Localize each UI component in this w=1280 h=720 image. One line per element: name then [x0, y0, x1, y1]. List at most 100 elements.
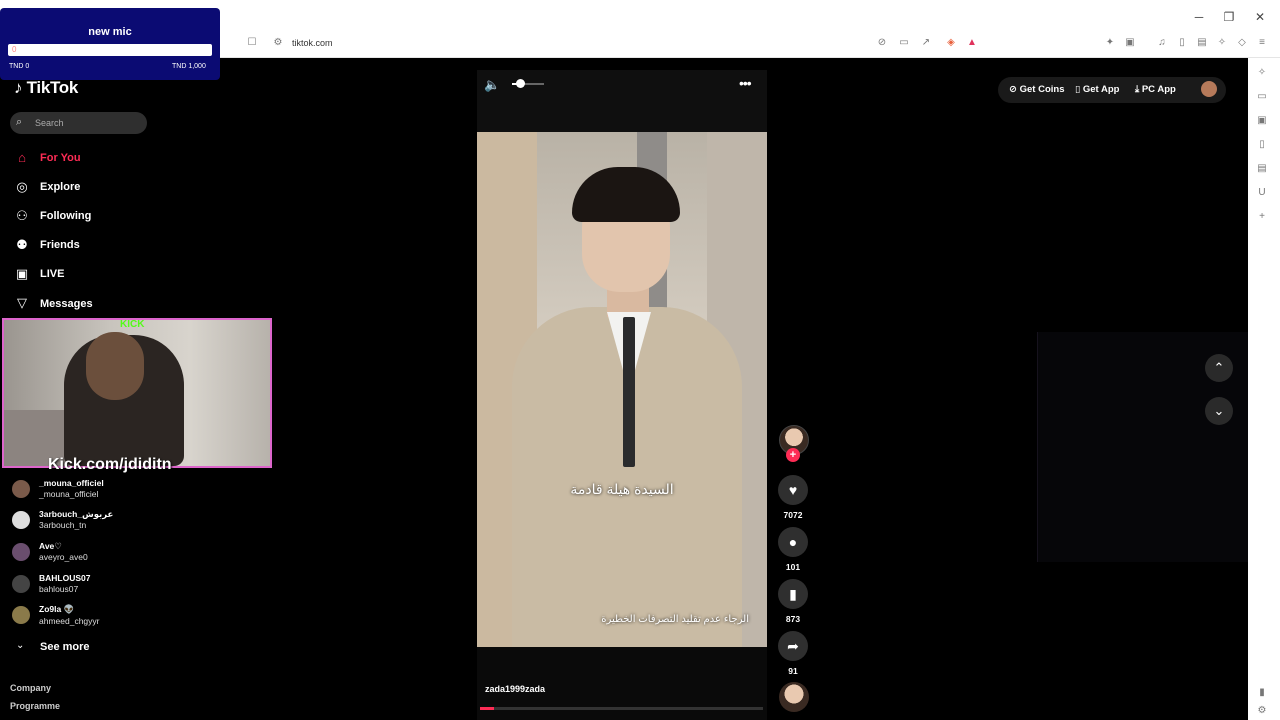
avatar[interactable] [12, 543, 30, 561]
following-icon[interactable]: ⚇ [14, 208, 30, 224]
mic-max-label: TND 1,000 [172, 63, 206, 70]
more-options-icon[interactable]: ••• [739, 75, 752, 91]
comment-icon: ● [788, 534, 798, 550]
friends-icon[interactable]: ⚉ [14, 237, 30, 253]
mic-min-label: TND 0 [9, 63, 30, 70]
account-name[interactable]: Zo9la 👽 [39, 604, 74, 615]
settings-icon[interactable]: ⚙ [1255, 704, 1269, 718]
see-more-button[interactable]: See more [40, 641, 90, 653]
share-count: 91 [788, 666, 798, 676]
avatar[interactable] [12, 575, 30, 593]
brave-shield-icon[interactable]: ◈ [945, 37, 957, 49]
get-app-button[interactable]: ▯ Get App [1075, 84, 1119, 95]
video-progress-bar[interactable] [480, 707, 763, 710]
u-icon[interactable]: U [1255, 186, 1269, 200]
messages-icon[interactable]: ▽ [14, 295, 30, 311]
volume-icon[interactable]: 🔈 [484, 77, 500, 93]
account-name[interactable]: _mouna_officiel [39, 478, 104, 488]
compass-icon[interactable]: ◎ [14, 179, 30, 195]
webcam-overlay [2, 318, 272, 468]
url-field[interactable]: tiktok.com [292, 38, 333, 48]
chevron-down-icon[interactable]: ⌄ [16, 640, 24, 651]
pin-icon[interactable]: ✧ [1255, 66, 1269, 80]
minimize-button[interactable]: ─ [1192, 10, 1206, 24]
share-arrow-icon: ➦ [787, 638, 799, 654]
footer-company-link[interactable]: Company [10, 683, 51, 693]
heart-icon: ♥ [788, 482, 798, 498]
previous-video-button[interactable]: ⌃ [1205, 354, 1233, 382]
account-handle[interactable]: _mouna_officiel [39, 489, 98, 499]
wallet-icon[interactable]: ▣ [1124, 37, 1136, 49]
nav-following[interactable]: Following [40, 210, 91, 222]
mic-level-bar [8, 44, 212, 56]
account-name[interactable]: 3arbouch_عربوش [39, 509, 113, 520]
live-icon[interactable]: ▣ [14, 266, 30, 282]
share-icon[interactable]: ↗ [920, 37, 932, 49]
search-input[interactable] [10, 112, 147, 134]
nav-explore[interactable]: Explore [40, 181, 80, 193]
avatar[interactable] [12, 606, 30, 624]
comment-button[interactable]: ● [778, 527, 808, 557]
brave-rewards-icon[interactable]: ▲ [966, 37, 978, 49]
avatar[interactable] [12, 480, 30, 498]
video-frame[interactable]: السيدة هيلة قادمة الرجاء عدم تقليد التصر… [477, 132, 767, 647]
sidebar-toggle-icon[interactable]: ▯ [1176, 37, 1188, 49]
mic-title: new mic [88, 26, 132, 38]
add-icon[interactable]: + [1255, 210, 1269, 224]
kick-badge: KICK [120, 319, 145, 330]
menu-icon[interactable]: ≡ [1256, 37, 1268, 49]
video-author[interactable]: zada1999zada [485, 684, 545, 694]
next-video-button[interactable]: ⌄ [1205, 397, 1233, 425]
comment-count: 101 [785, 562, 801, 572]
bookmark-icon[interactable]: ☐ [246, 37, 258, 49]
site-settings-icon[interactable]: ⚙ [272, 37, 284, 49]
account-handle[interactable]: ahmeed_chgyyr [39, 616, 99, 626]
mic-icon[interactable]: ▮ [1255, 686, 1269, 700]
account-handle[interactable]: aveyro_ave0 [39, 552, 88, 562]
account-handle[interactable]: 3arbouch_tn [39, 520, 86, 530]
tiktok-logo-icon: ♪ [14, 78, 27, 97]
screen-icon[interactable]: ▭ [898, 37, 910, 49]
get-coins-button[interactable]: ⊘ Get Coins [1009, 84, 1064, 95]
reading-list-icon[interactable]: ▤ [1255, 162, 1269, 176]
pc-app-button[interactable]: ⤓ PC App [1135, 84, 1176, 95]
person-tie [623, 317, 635, 467]
wallet-icon-2[interactable]: ▤ [1196, 37, 1208, 49]
video-caption: السيدة هيلة قادمة [570, 481, 674, 497]
tiktok-logo[interactable]: ♪ TikTok [14, 78, 78, 98]
no-translate-icon[interactable]: ⊘ [876, 37, 888, 49]
footer-programme-link[interactable]: Programme [10, 701, 60, 711]
extensions-icon[interactable]: ✦ [1104, 37, 1116, 49]
close-button[interactable]: ✕ [1253, 10, 1267, 24]
nav-friends[interactable]: Friends [40, 239, 80, 251]
nav-messages[interactable]: Messages [40, 298, 93, 310]
media-icon[interactable]: ♫ [1156, 37, 1168, 49]
account-handle[interactable]: bahlous07 [39, 584, 78, 594]
nav-live[interactable]: LIVE [40, 268, 64, 280]
home-icon[interactable]: ⌂ [14, 150, 30, 166]
save-button[interactable]: ▮ [778, 579, 808, 609]
save-count: 873 [785, 614, 801, 624]
avatar[interactable] [12, 511, 30, 529]
user-avatar[interactable] [1201, 81, 1217, 97]
streamer-head [86, 332, 144, 400]
wallet-rail-icon[interactable]: ▣ [1255, 114, 1269, 128]
bookmarks-rail-icon[interactable]: ▯ [1255, 138, 1269, 152]
mic-value: 0 [12, 45, 17, 54]
restore-button[interactable]: ❐ [1222, 10, 1236, 24]
kick-url: Kick.com/jdiditn [48, 456, 172, 473]
share-button[interactable]: ➦ [778, 631, 808, 661]
tabs-icon[interactable]: ▭ [1255, 90, 1269, 104]
follow-plus-icon[interactable]: + [786, 448, 800, 462]
vpn-icon[interactable]: ◇ [1236, 37, 1248, 49]
account-name[interactable]: Ave♡ [39, 541, 62, 552]
like-button[interactable]: ♥ [778, 475, 808, 505]
music-avatar[interactable] [779, 682, 809, 712]
nav-for-you[interactable]: For You [40, 152, 81, 164]
account-name[interactable]: BAHLOUS07 [39, 573, 90, 583]
volume-handle[interactable] [516, 79, 525, 88]
ai-icon[interactable]: ✧ [1216, 37, 1228, 49]
browser-side-rail [1248, 58, 1280, 720]
bookmark-icon: ▮ [789, 586, 797, 602]
chevron-down-icon: ⌄ [1213, 403, 1225, 418]
